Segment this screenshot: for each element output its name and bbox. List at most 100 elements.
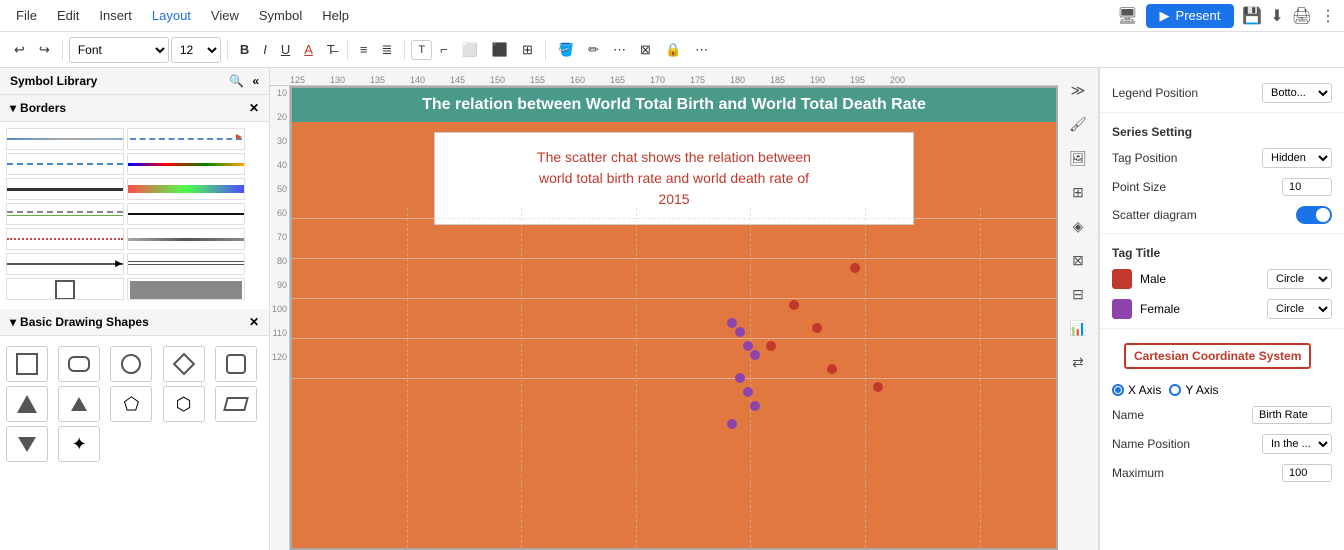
border-style-12[interactable] bbox=[127, 253, 245, 275]
menu-layout[interactable]: Layout bbox=[144, 4, 199, 27]
border-style-5[interactable] bbox=[6, 178, 124, 200]
female-color-swatch[interactable] bbox=[1112, 299, 1132, 319]
shape-parallelogram[interactable] bbox=[215, 386, 257, 422]
menu-insert[interactable]: Insert bbox=[91, 4, 140, 27]
border-style-11[interactable]: ▶ bbox=[6, 253, 124, 275]
more-icon[interactable]: ⋮ bbox=[1320, 6, 1336, 26]
italic-button[interactable]: I bbox=[257, 39, 273, 60]
text-box-button[interactable]: T bbox=[411, 40, 432, 60]
line-style-button[interactable]: ⋯ bbox=[607, 39, 632, 61]
chart-subtitle[interactable]: The scatter chat shows the relation betw… bbox=[434, 132, 914, 225]
border-style-2[interactable]: ▶ bbox=[127, 128, 245, 150]
data-point-purple-4[interactable] bbox=[750, 350, 760, 360]
border-style-7[interactable] bbox=[6, 203, 124, 225]
fill-color-button[interactable]: 🪣 bbox=[552, 39, 580, 61]
strikethrough-button[interactable]: T̶ bbox=[321, 39, 341, 60]
shape-rounded-rect[interactable] bbox=[58, 346, 100, 382]
align-dist-button[interactable]: ⊞ bbox=[516, 39, 539, 61]
crop-button[interactable]: ⊠ bbox=[634, 39, 657, 61]
shape-star[interactable]: ✦ bbox=[58, 426, 100, 462]
grid-icon[interactable]: ⊞ bbox=[1064, 178, 1092, 206]
male-color-swatch[interactable] bbox=[1112, 269, 1132, 289]
menu-help[interactable]: Help bbox=[314, 4, 357, 27]
shape-square[interactable] bbox=[6, 346, 48, 382]
tag-position-select[interactable]: Hidden bbox=[1262, 148, 1332, 168]
x-axis-option[interactable]: X Axis bbox=[1112, 383, 1161, 397]
data-point-red-1[interactable] bbox=[850, 263, 860, 273]
menu-edit[interactable]: Edit bbox=[49, 4, 87, 27]
point-size-input[interactable] bbox=[1282, 178, 1332, 196]
name-input[interactable] bbox=[1252, 406, 1332, 424]
shape-rounded-square[interactable] bbox=[215, 346, 257, 382]
data-point-red-4[interactable] bbox=[766, 341, 776, 351]
shape-triangle[interactable] bbox=[6, 386, 48, 422]
chart-container[interactable]: The relation between World Total Birth a… bbox=[290, 86, 1058, 550]
shape-small-triangle[interactable] bbox=[58, 386, 100, 422]
font-color-button[interactable]: A bbox=[298, 39, 319, 60]
border-style-3[interactable] bbox=[6, 153, 124, 175]
scatter-diagram-toggle[interactable] bbox=[1296, 206, 1332, 224]
layers-icon[interactable]: ◈ bbox=[1064, 212, 1092, 240]
border-style-4[interactable] bbox=[127, 153, 245, 175]
save-icon[interactable]: 💾 bbox=[1242, 6, 1262, 26]
shape-pentagon[interactable]: ⬠ bbox=[110, 386, 152, 422]
shapes-close-icon[interactable]: ✕ bbox=[249, 315, 259, 329]
align-more-button[interactable]: ≣ bbox=[375, 39, 398, 61]
shape-circle[interactable] bbox=[110, 346, 152, 382]
font-family-select[interactable]: Font bbox=[69, 37, 169, 63]
more-options-button[interactable]: ⋯ bbox=[689, 39, 714, 61]
female-shape-select[interactable]: Circle bbox=[1267, 299, 1332, 319]
present-button[interactable]: ▶ Present bbox=[1146, 4, 1235, 28]
connector-button[interactable]: ⌐ bbox=[434, 39, 454, 60]
data-point-red-5[interactable] bbox=[827, 364, 837, 374]
data-point-red-6[interactable] bbox=[873, 382, 883, 392]
image-icon[interactable]: 🖼 bbox=[1064, 144, 1092, 172]
download-icon[interactable]: ⬇ bbox=[1270, 6, 1283, 26]
data-point-purple-2[interactable] bbox=[735, 327, 745, 337]
print-icon[interactable]: 🖨 bbox=[1292, 6, 1312, 26]
name-position-select[interactable]: In the ... bbox=[1262, 434, 1332, 454]
menu-symbol[interactable]: Symbol bbox=[251, 4, 310, 27]
align-left-button[interactable]: ≡ bbox=[354, 39, 374, 60]
chart-icon[interactable]: 📊 bbox=[1064, 314, 1092, 342]
underline-button[interactable]: U bbox=[275, 39, 296, 60]
shapes-section-header[interactable]: ▾ Basic Drawing Shapes ✕ bbox=[0, 309, 269, 336]
borders-section-header[interactable]: ▾ Borders ✕ bbox=[0, 95, 269, 122]
table-icon[interactable]: ⊟ bbox=[1064, 280, 1092, 308]
data-point-purple-3[interactable] bbox=[743, 341, 753, 351]
border-style-10[interactable] bbox=[127, 228, 245, 250]
collapse-icon[interactable]: « bbox=[252, 74, 259, 88]
border-style-9[interactable] bbox=[6, 228, 124, 250]
shape-diamond[interactable] bbox=[163, 346, 205, 382]
symbol-library-header[interactable]: Symbol Library 🔍 « bbox=[0, 68, 269, 95]
bold-button[interactable]: B bbox=[234, 39, 255, 60]
lock-button[interactable]: 🔒 bbox=[659, 39, 687, 61]
data-point-purple-7[interactable] bbox=[750, 401, 760, 411]
borders-close-icon[interactable]: ✕ bbox=[249, 101, 259, 115]
border-style-1[interactable] bbox=[6, 128, 124, 150]
data-point-red-3[interactable] bbox=[812, 323, 822, 333]
shape-hexagon[interactable]: ⬡ bbox=[163, 386, 205, 422]
redo-button[interactable]: ↪ bbox=[33, 39, 56, 61]
data-point-red-2[interactable] bbox=[789, 300, 799, 310]
x-axis-radio[interactable] bbox=[1112, 384, 1124, 396]
maximum-input[interactable] bbox=[1282, 464, 1332, 482]
data-point-purple-6[interactable] bbox=[743, 387, 753, 397]
font-size-select[interactable]: 12 bbox=[171, 37, 221, 63]
crop-panel-icon[interactable]: ⊠ bbox=[1064, 246, 1092, 274]
border-style-14[interactable] bbox=[127, 278, 245, 300]
menu-file[interactable]: File bbox=[8, 4, 45, 27]
style-icon[interactable]: 🖌 bbox=[1064, 110, 1092, 138]
search-icon[interactable]: 🔍 bbox=[229, 74, 244, 88]
line-color-button[interactable]: ✏ bbox=[582, 39, 605, 61]
shape-button[interactable]: ⬜ bbox=[456, 39, 484, 61]
border-style-6[interactable] bbox=[127, 178, 245, 200]
data-point-purple-8[interactable] bbox=[727, 419, 737, 429]
male-shape-select[interactable]: Circle bbox=[1267, 269, 1332, 289]
link-icon[interactable]: ⇄ bbox=[1064, 348, 1092, 376]
undo-button[interactable]: ↩ bbox=[8, 39, 31, 61]
y-axis-option[interactable]: Y Axis bbox=[1169, 383, 1218, 397]
shape2-button[interactable]: ⬛ bbox=[486, 39, 514, 61]
border-style-8[interactable] bbox=[127, 203, 245, 225]
legend-position-select[interactable]: Botto... bbox=[1262, 83, 1332, 103]
